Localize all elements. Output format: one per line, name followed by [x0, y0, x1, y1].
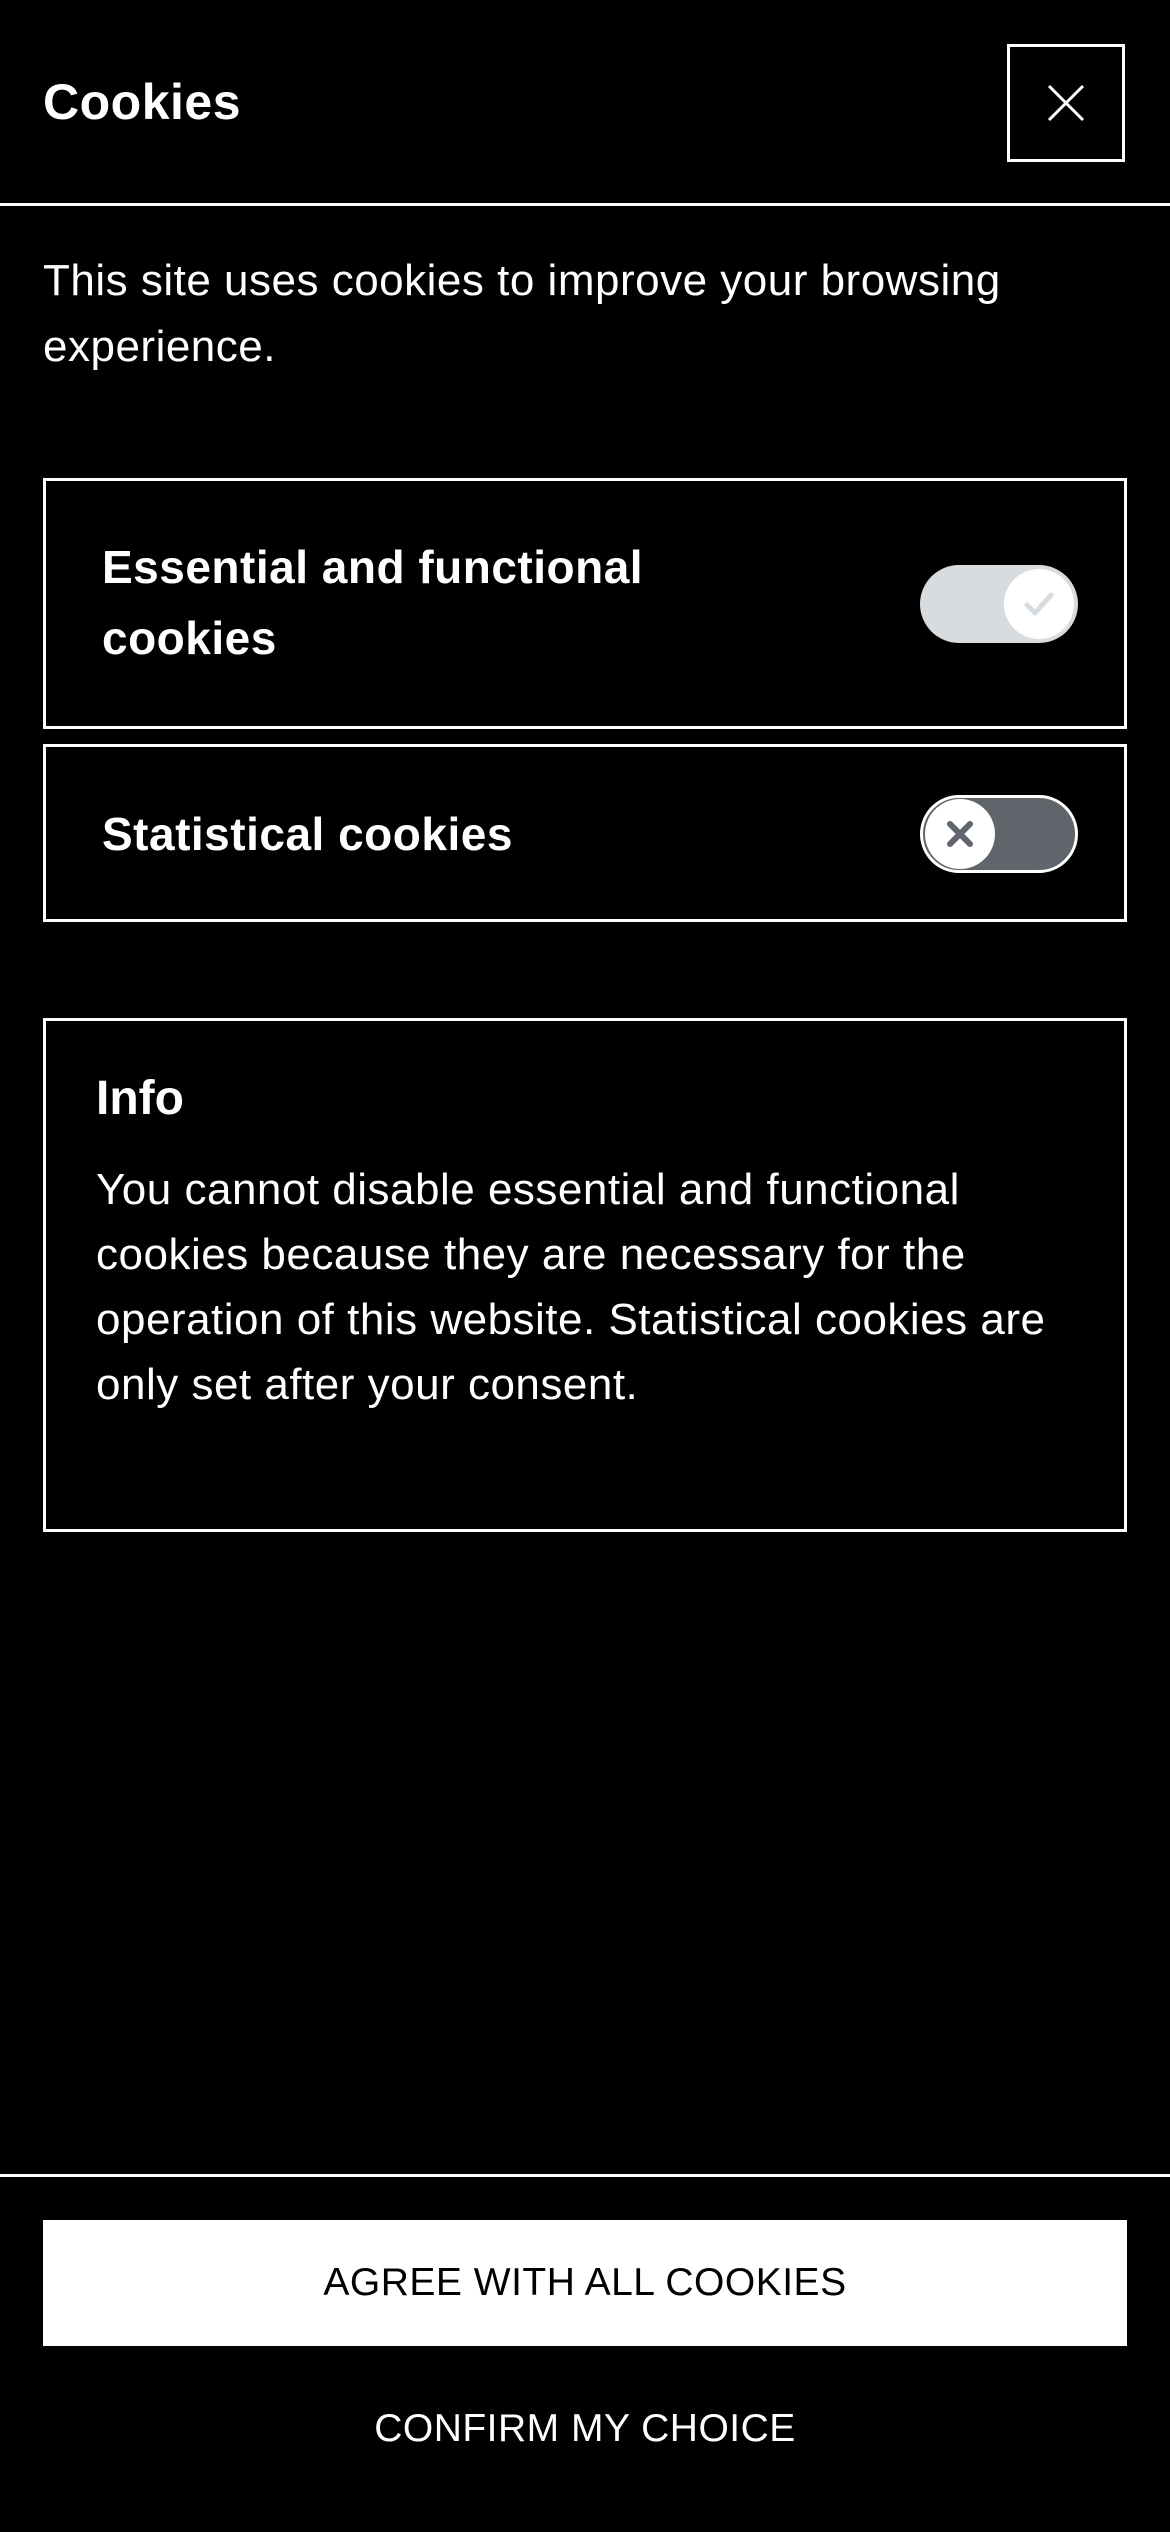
cookie-option-label: Essential and functional cookies	[102, 541, 644, 664]
cookie-option-essential: Essential and functional cookies	[43, 478, 1127, 729]
confirm-choice-button[interactable]: CONFIRM MY CHOICE	[43, 2366, 1127, 2492]
agree-all-button[interactable]: AGREE WITH ALL COOKIES	[43, 2220, 1127, 2346]
info-text: You cannot disable essential and functio…	[96, 1165, 1046, 1409]
toggle-knob	[1004, 569, 1074, 639]
footer-divider	[0, 2174, 1170, 2177]
intro-text: This site uses cookies to improve your b…	[43, 256, 1001, 371]
cookie-option-statistical: Statistical cookies	[43, 744, 1127, 922]
info-box: Info You cannot disable essential and fu…	[43, 1018, 1127, 1532]
info-title: Info	[96, 1072, 184, 1125]
close-button[interactable]	[1007, 44, 1125, 162]
check-icon	[1024, 592, 1054, 616]
close-icon	[1047, 84, 1085, 122]
essential-cookies-toggle[interactable]	[920, 565, 1078, 643]
cookie-option-label: Statistical cookies	[102, 808, 513, 860]
toggle-knob	[925, 799, 995, 869]
page-title: Cookies	[43, 74, 242, 130]
statistical-cookies-toggle[interactable]	[920, 795, 1078, 873]
x-icon	[947, 821, 973, 847]
dialog-header: Cookies	[0, 0, 1170, 206]
